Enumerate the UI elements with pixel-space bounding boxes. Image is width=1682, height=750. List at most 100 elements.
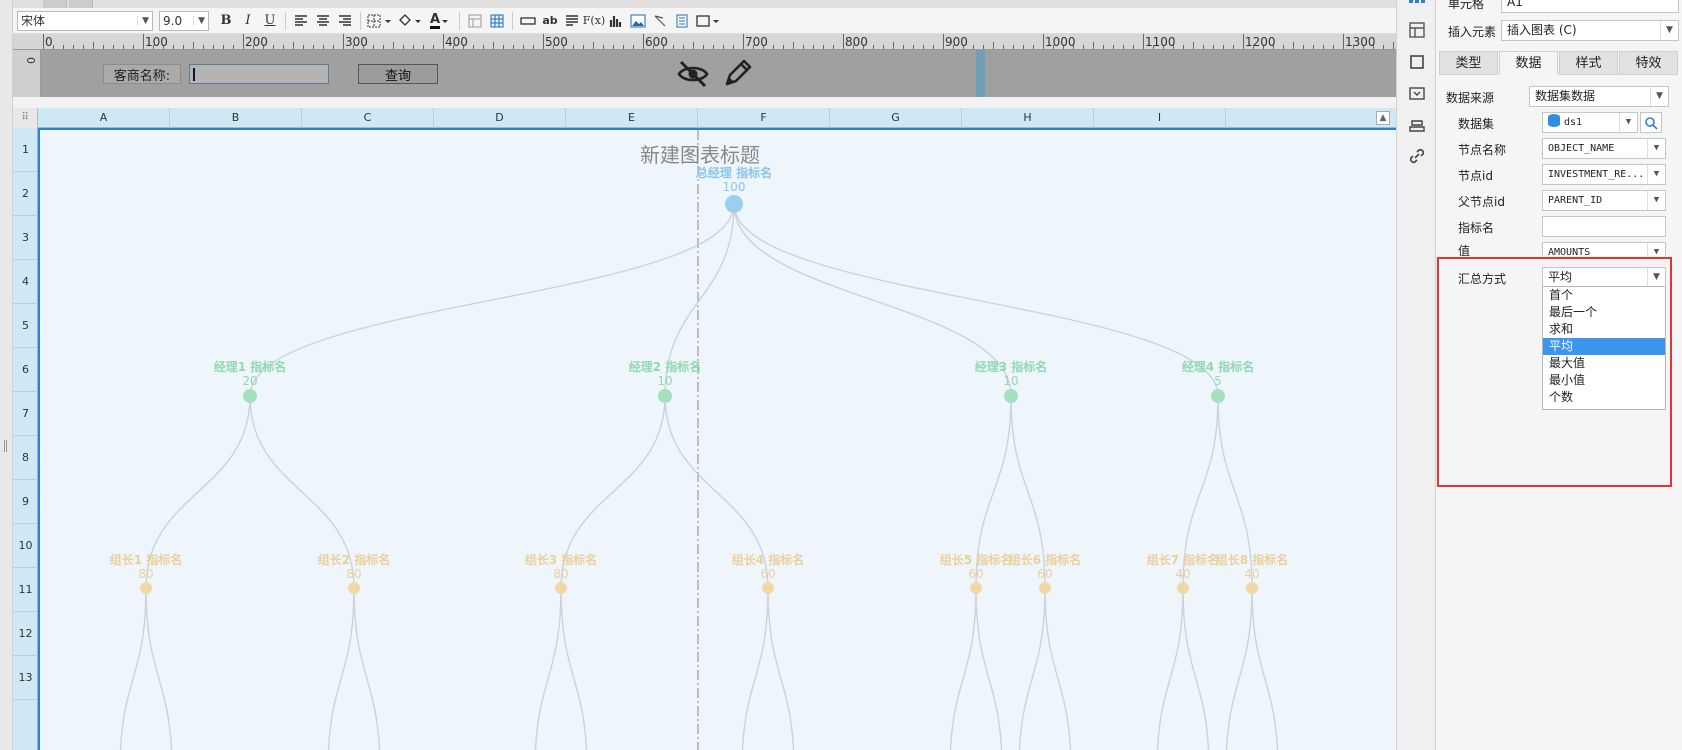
table-button[interactable] <box>486 10 508 32</box>
tree-links <box>119 203 1279 750</box>
font-size-select[interactable]: 9.0 ▼ <box>159 10 209 31</box>
column-header-g[interactable]: G <box>830 108 962 128</box>
select-all-corner[interactable]: ⠿ <box>13 108 38 128</box>
row-header-12[interactable]: 12 <box>13 612 38 656</box>
hyperlink-button[interactable] <box>1407 146 1427 166</box>
font-family-select[interactable]: 宋体 ▼ <box>17 10 153 31</box>
row-header-2[interactable]: 2 <box>13 172 38 216</box>
row-header-5[interactable]: 5 <box>13 304 38 348</box>
tree-node[interactable] <box>243 389 257 403</box>
cell-panel-button[interactable] <box>1407 0 1427 14</box>
row-header-13[interactable]: 13 <box>13 656 38 700</box>
bold-button[interactable]: B <box>215 10 237 32</box>
tree-node[interactable] <box>1246 582 1258 594</box>
dataset-search-button[interactable] <box>1640 112 1662 133</box>
summary-option[interactable]: 最小值 <box>1543 372 1665 389</box>
tab-2[interactable]: 样式 <box>1559 51 1618 75</box>
insert-row-button[interactable] <box>517 10 539 32</box>
italic-button[interactable]: I <box>237 10 259 32</box>
tree-node[interactable] <box>970 582 982 594</box>
row-header-9[interactable]: 9 <box>13 480 38 524</box>
border-style-button[interactable] <box>693 10 723 32</box>
summary-option[interactable]: 求和 <box>1543 321 1665 338</box>
summary-option[interactable]: 最后一个 <box>1543 304 1665 321</box>
font-color-button[interactable]: A <box>425 10 455 32</box>
param-panel-resize-edge[interactable] <box>976 50 985 97</box>
chevron-up-icon[interactable]: ▲ <box>1376 111 1390 125</box>
column-header-b[interactable]: B <box>170 108 302 128</box>
formula-button[interactable]: F(x) <box>583 10 605 32</box>
column-header-f[interactable]: F <box>698 108 830 128</box>
chart-button[interactable] <box>605 10 627 32</box>
chart-canvas[interactable]: 新建图表标题 总经理 指标名 100 经理1 指标名 20 经理2 指标名 10 经理3 指… <box>38 128 1396 750</box>
row-header-4[interactable]: 4 <box>13 260 38 304</box>
cell-field[interactable]: A1 <box>1501 0 1679 13</box>
tree-node[interactable] <box>1211 389 1225 403</box>
widget-button[interactable] <box>1407 52 1427 72</box>
summary-select[interactable]: 平均 ▼ <box>1542 267 1666 287</box>
summary-option[interactable]: 最大值 <box>1543 355 1665 372</box>
row-header-10[interactable]: 10 <box>13 524 38 568</box>
summary-option[interactable]: 个数 <box>1543 389 1665 406</box>
row-header-8[interactable]: 8 <box>13 436 38 480</box>
column-header-a[interactable]: A <box>38 108 170 128</box>
cell-attr-button[interactable] <box>1407 20 1427 40</box>
dropdown-widget-button[interactable] <box>1407 84 1427 104</box>
summary-option[interactable]: 平均 <box>1543 338 1665 355</box>
tree-chart[interactable]: 新建图表标题 总经理 指标名100经理1 指标名20经理2 指标名10经理3 指… <box>40 130 1396 750</box>
column-header-d[interactable]: D <box>434 108 566 128</box>
row-header-1[interactable]: 1 <box>13 128 38 172</box>
image-button[interactable] <box>627 10 649 32</box>
tree-node[interactable] <box>140 582 152 594</box>
query-button[interactable]: 查询 <box>358 64 438 84</box>
node-name-select[interactable]: OBJECT_NAME ▼ <box>1542 138 1666 159</box>
subreport-button[interactable] <box>671 10 693 32</box>
paragraph-button[interactable] <box>561 10 583 32</box>
column-header-h[interactable]: H <box>962 108 1094 128</box>
node-id-select[interactable]: INVESTMENT_RE... ▼ <box>1542 164 1666 185</box>
text-button[interactable]: ab <box>539 10 561 32</box>
top-tab[interactable] <box>69 0 93 8</box>
tab-0[interactable]: 类型 <box>1439 51 1498 75</box>
align-center-button[interactable] <box>312 10 334 32</box>
chevron-down-icon: ▼ <box>193 15 205 26</box>
merge-button[interactable] <box>464 10 486 32</box>
top-tab[interactable] <box>43 0 67 8</box>
column-header-i[interactable]: I <box>1094 108 1226 128</box>
tree-node[interactable] <box>658 389 672 403</box>
row-header-7[interactable]: 7 <box>13 392 38 436</box>
eye-off-icon[interactable] <box>676 59 710 89</box>
tree-node[interactable] <box>725 195 743 213</box>
layer-button[interactable] <box>1407 116 1427 136</box>
tree-node[interactable] <box>1177 582 1189 594</box>
border-button[interactable] <box>365 10 395 32</box>
pencil-icon[interactable] <box>722 59 752 89</box>
param-label-widget[interactable]: 客商名称: <box>103 64 181 84</box>
row-header-11[interactable]: 11 <box>13 568 38 612</box>
value-select[interactable]: AMOUNTS ▼ <box>1542 242 1666 256</box>
tab-3[interactable]: 特效 <box>1619 51 1678 75</box>
summary-option[interactable]: 首个 <box>1543 287 1665 304</box>
align-left-button[interactable] <box>290 10 312 32</box>
tree-node[interactable] <box>1004 389 1018 403</box>
tree-node[interactable] <box>555 582 567 594</box>
row-header-6[interactable]: 6 <box>13 348 38 392</box>
insert-element-select[interactable]: 插入图表 (C) ▼ <box>1501 20 1679 41</box>
align-right-button[interactable] <box>334 10 356 32</box>
column-header-e[interactable]: E <box>566 108 698 128</box>
tree-node[interactable] <box>762 582 774 594</box>
parent-id-select[interactable]: PARENT_ID ▼ <box>1542 190 1666 211</box>
slash-button[interactable] <box>649 10 671 32</box>
data-source-select[interactable]: 数据集数据 ▼ <box>1529 86 1669 107</box>
column-header-c[interactable]: C <box>302 108 434 128</box>
dataset-select[interactable]: ds1 ▼ <box>1542 112 1638 133</box>
metric-name-input[interactable] <box>1542 216 1666 237</box>
tree-node[interactable] <box>1039 582 1051 594</box>
row-header-3[interactable]: 3 <box>13 216 38 260</box>
tab-1[interactable]: 数据 <box>1499 51 1558 75</box>
fill-color-button[interactable] <box>395 10 425 32</box>
underline-button[interactable]: U <box>259 10 281 32</box>
customer-name-input[interactable] <box>189 64 329 84</box>
grip-handle[interactable] <box>4 440 7 452</box>
tree-node[interactable] <box>348 582 360 594</box>
